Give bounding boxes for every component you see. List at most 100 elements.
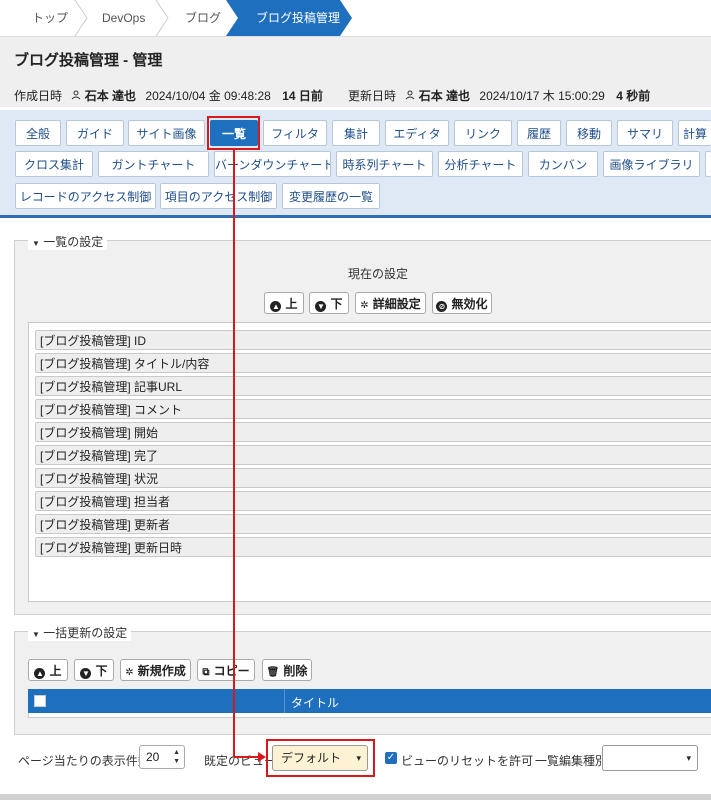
created-info: 作成日時 石本 達也 2024/10/04 金 09:48:28 14 日前 [14, 87, 323, 104]
list-item[interactable]: [ブログ投稿管理] 状況 [35, 468, 711, 488]
disable-icon: ⊘ [436, 301, 448, 312]
disable-label: 無効化 [451, 297, 488, 311]
allow-reset-label[interactable]: ビューのリセットを許可 [401, 752, 533, 769]
tab-column-access[interactable]: 項目のアクセス制御 [160, 183, 277, 209]
move-down-button[interactable]: ▼ 下 [309, 292, 349, 314]
breadcrumb-current: ブログ投稿管理 [256, 11, 341, 25]
created-label: 作成日時 [14, 89, 63, 103]
tab-cross-aggregate[interactable]: クロス集計 [15, 151, 93, 177]
list-item[interactable]: [ブログ投稿管理] 開始 [35, 422, 711, 442]
tab-filter[interactable]: フィルタ [263, 120, 327, 146]
allow-reset-checkbox[interactable]: ✓ [385, 752, 397, 764]
list-item[interactable]: [ブログ投稿管理] 担当者 [35, 491, 711, 511]
tab-general[interactable]: 全般 [15, 120, 61, 146]
created-user[interactable]: 石本 達也 [85, 89, 136, 103]
bulk-move-down-button[interactable]: ▼ 下 [74, 659, 114, 681]
tab-burndown[interactable]: バーンダウンチャート [214, 151, 331, 177]
list-settings-legend-text: 一覧の設定 [43, 235, 104, 249]
trash-icon: 🗑 [266, 667, 280, 678]
breadcrumb-separator [155, 0, 169, 36]
highlight-tab-list [207, 116, 260, 150]
user-icon [71, 89, 84, 103]
tab-analysis[interactable]: 分析チャート [438, 151, 523, 177]
record-header: ブログ投稿管理 - 管理 作成日時 石本 達也 2024/10/04 金 09:… [0, 37, 711, 107]
tab-gantt[interactable]: ガントチャート [98, 151, 209, 177]
delete-button[interactable]: 🗑 削除 [262, 659, 312, 681]
copy-label: コピー [213, 664, 250, 678]
edit-type-label: 一覧編集種別 [535, 754, 608, 768]
tab-kanban[interactable]: カンバン [528, 151, 598, 177]
tab-timeseries[interactable]: 時系列チャート [336, 151, 433, 177]
tab-record-access[interactable]: レコードのアクセス制御 [15, 183, 156, 209]
move-up-button[interactable]: ▲ 上 [264, 292, 304, 314]
list-settings-legend[interactable]: ▼ 一覧の設定 [28, 233, 108, 250]
bulk-grid-header: タイトル [28, 689, 711, 713]
updated-user[interactable]: 石本 達也 [419, 89, 470, 103]
list-item[interactable]: [ブログ投稿管理] ID [35, 330, 711, 350]
tab-aggregate[interactable]: 集計 [332, 120, 380, 146]
bulk-settings-legend-text: 一括更新の設定 [43, 626, 128, 640]
page-size-stepper[interactable]: 20 ▲ ▼ [139, 745, 185, 769]
bulk-settings-panel [14, 631, 711, 735]
page-size-value: 20 [146, 750, 160, 764]
detail-settings-button[interactable]: ✲ 詳細設定 [355, 292, 426, 314]
chevron-down-icon: ▾ [686, 753, 691, 763]
gear-icon: ✲ [360, 300, 369, 311]
highlight-default-view [266, 739, 375, 777]
updated-datetime: 2024/10/17 木 15:00:29 [479, 89, 605, 103]
breadcrumb-separator [74, 0, 88, 36]
tab-link[interactable]: リンク [454, 120, 512, 146]
stepper-icon[interactable]: ▲ ▼ [173, 748, 180, 766]
tab-editor[interactable]: エディタ [385, 120, 449, 146]
new-button[interactable]: ✲ 新規作成 [120, 659, 191, 681]
checkbox-icon[interactable] [34, 695, 46, 707]
current-settings-label: 現在の設定 [347, 267, 408, 281]
tab-move[interactable]: 移動 [566, 120, 612, 146]
updated-info: 更新日時 石本 達也 2024/10/17 木 15:00:29 4 秒前 [348, 87, 650, 104]
tab-site-image[interactable]: サイト画像 [128, 120, 205, 146]
breadcrumb: トップ DevOps ブログ ブログ投稿管理 [0, 0, 711, 37]
list-item[interactable]: [ブログ投稿管理] 完了 [35, 445, 711, 465]
circle-down-icon: ▼ [80, 668, 92, 679]
page-size-label: ページ当たりの表示件数 [18, 754, 150, 768]
breadcrumb-item-devops[interactable]: DevOps [102, 0, 145, 36]
bulk-move-down-label: 下 [95, 664, 108, 678]
settings-tabs: 全般 ガイド サイト画像 一覧 フィルタ 集計 エディタ リンク 履歴 移動 サ… [0, 110, 711, 218]
breadcrumb-item-blog[interactable]: ブログ [185, 0, 221, 36]
tab-history[interactable]: 履歴 [517, 120, 561, 146]
page-title: ブログ投稿管理 - 管理 [14, 52, 163, 69]
circle-up-icon: ▲ [34, 668, 46, 679]
list-item[interactable]: [ブログ投稿管理] タイトル/内容 [35, 353, 711, 373]
tab-change-history[interactable]: 変更履歴の一覧 [282, 183, 380, 209]
circle-up-icon: ▲ [270, 301, 282, 312]
list-item[interactable]: [ブログ投稿管理] コメント [35, 399, 711, 419]
bulk-grid-body [28, 713, 711, 718]
tab-summary[interactable]: サマリ [617, 120, 673, 146]
grid-column-title[interactable]: タイトル [291, 694, 339, 711]
tab-more[interactable] [705, 151, 711, 177]
breadcrumb-item-top[interactable]: トップ [32, 0, 68, 36]
list-item[interactable]: [ブログ投稿管理] 記事URL [35, 376, 711, 396]
move-down-label: 下 [330, 297, 343, 311]
disable-button[interactable]: ⊘ 無効化 [432, 292, 492, 314]
column-list[interactable]: [ブログ投稿管理] ID [ブログ投稿管理] タイトル/内容 [ブログ投稿管理]… [28, 322, 711, 602]
list-item[interactable]: [ブログ投稿管理] 更新者 [35, 514, 711, 534]
new-label: 新規作成 [137, 664, 186, 678]
delete-label: 削除 [283, 664, 308, 678]
edit-type-select[interactable]: ▾ [602, 745, 698, 771]
circle-down-icon: ▼ [315, 301, 327, 312]
bulk-move-up-button[interactable]: ▲ 上 [28, 659, 68, 681]
created-ago: 14 日前 [282, 89, 323, 103]
column-divider [284, 689, 285, 713]
move-up-label: 上 [285, 297, 298, 311]
bulk-settings-legend[interactable]: ▼ 一括更新の設定 [28, 624, 132, 641]
bulk-move-up-label: 上 [49, 664, 62, 678]
copy-button[interactable]: ⧉ コピー [197, 659, 255, 681]
list-item[interactable]: [ブログ投稿管理] 更新日時 [35, 537, 711, 557]
tab-guide[interactable]: ガイド [66, 120, 124, 146]
detail-settings-label: 詳細設定 [372, 297, 421, 311]
tab-calculation[interactable]: 計算 [678, 120, 711, 146]
bottom-bar [0, 794, 711, 800]
tab-image-library[interactable]: 画像ライブラリ [603, 151, 700, 177]
updated-ago: 4 秒前 [616, 89, 651, 103]
